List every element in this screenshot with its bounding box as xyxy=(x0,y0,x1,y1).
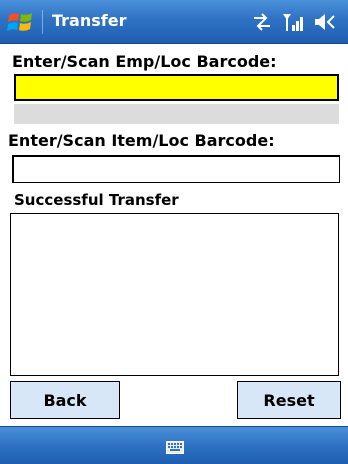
sync-arrows-icon[interactable] xyxy=(252,13,272,31)
title-bar: Transfer xyxy=(0,0,348,44)
emp-barcode-input[interactable] xyxy=(14,74,339,101)
item-barcode-label: Enter/Scan Item/Loc Barcode: xyxy=(8,131,275,150)
reset-button[interactable]: Reset xyxy=(237,381,341,419)
bottom-bar xyxy=(0,426,348,464)
keyboard-icon[interactable] xyxy=(166,439,184,458)
status-icons[interactable] xyxy=(252,10,336,34)
windows-start-icon[interactable] xyxy=(6,7,36,37)
signal-icon[interactable] xyxy=(282,12,304,32)
successful-transfer-label: Successful Transfer xyxy=(14,191,179,209)
item-barcode-input[interactable] xyxy=(12,155,340,183)
back-button[interactable]: Back xyxy=(10,381,120,419)
emp-status-bar xyxy=(14,104,339,124)
volume-icon[interactable] xyxy=(314,12,336,32)
title-separator xyxy=(42,10,43,34)
window-title: Transfer xyxy=(52,11,127,30)
successful-transfer-list[interactable] xyxy=(10,213,339,376)
emp-barcode-label: Enter/Scan Emp/Loc Barcode: xyxy=(12,52,277,71)
